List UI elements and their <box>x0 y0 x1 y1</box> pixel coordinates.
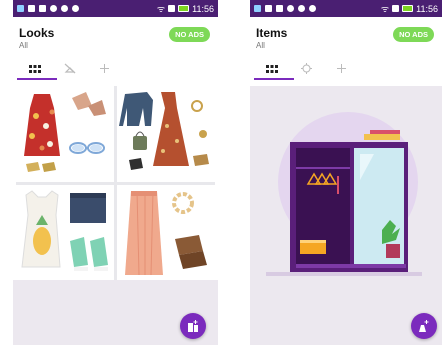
tab-grid[interactable] <box>17 57 52 80</box>
mail-icon <box>39 5 46 12</box>
no-ads-button[interactable]: NO ADS <box>169 27 210 42</box>
sync-icon <box>298 5 305 12</box>
tab-bar <box>250 57 442 80</box>
tab-target[interactable] <box>289 57 324 80</box>
mail-icon <box>276 5 283 12</box>
outfit-card[interactable] <box>117 86 215 182</box>
add-item-icon <box>419 320 429 332</box>
add-item-button[interactable] <box>411 313 437 339</box>
grid-icon <box>265 64 278 73</box>
signal-icon <box>168 5 176 12</box>
header: Looks All NO ADS <box>13 17 218 57</box>
location-icon <box>309 5 316 12</box>
tab-add[interactable] <box>324 57 359 80</box>
tab-hanger-off[interactable] <box>52 57 87 80</box>
active-tab-indicator <box>254 78 294 80</box>
sim-icon <box>265 5 272 12</box>
outfit-card[interactable] <box>117 184 215 280</box>
empty-wardrobe-illustration <box>266 112 422 276</box>
shield-icon <box>50 5 57 12</box>
tab-bar <box>13 57 218 80</box>
wifi-icon: ᯤ <box>380 4 390 14</box>
notification-icon <box>254 5 261 12</box>
looks-grid <box>16 86 215 280</box>
outfit-pineapple-tank-image <box>16 184 114 280</box>
target-icon <box>301 63 312 74</box>
outfit-card[interactable] <box>16 184 114 280</box>
header: Items All NO ADS <box>250 17 442 57</box>
grid-icon <box>28 64 41 73</box>
notification-icon <box>17 5 24 12</box>
sim-icon <box>28 5 35 12</box>
page-subtitle: All <box>19 41 28 50</box>
page-subtitle: All <box>256 41 265 50</box>
active-tab-indicator <box>17 78 57 80</box>
no-ads-button[interactable]: NO ADS <box>393 27 434 42</box>
shield-icon <box>287 5 294 12</box>
add-look-button[interactable] <box>180 313 206 339</box>
outfit-card[interactable] <box>16 86 114 182</box>
status-bar: ᯤ 11:56 <box>13 0 218 17</box>
hanger-off-icon <box>64 63 75 74</box>
wifi-icon: ᯤ <box>156 4 166 14</box>
add-look-icon <box>188 320 198 332</box>
plus-icon <box>337 64 346 73</box>
plus-icon <box>100 64 109 73</box>
clock: 11:56 <box>416 3 438 14</box>
battery-icon <box>402 5 414 12</box>
battery-icon <box>178 5 190 12</box>
items-screen: ᯤ 11:56 Items All NO ADS <box>250 0 442 345</box>
outfit-floral-dress-image <box>16 86 114 181</box>
looks-screen: ᯤ 11:56 Looks All NO ADS <box>13 0 218 345</box>
outfit-denim-jacket-image <box>117 86 215 181</box>
content-background <box>250 86 442 345</box>
clock: 11:56 <box>192 3 214 14</box>
tab-add[interactable] <box>87 57 122 80</box>
sync-icon <box>61 5 68 12</box>
location-icon <box>72 5 79 12</box>
signal-icon <box>392 5 400 12</box>
status-bar: ᯤ 11:56 <box>250 0 442 17</box>
outfit-coral-skirt-image <box>117 184 215 280</box>
tab-grid[interactable] <box>254 57 289 80</box>
